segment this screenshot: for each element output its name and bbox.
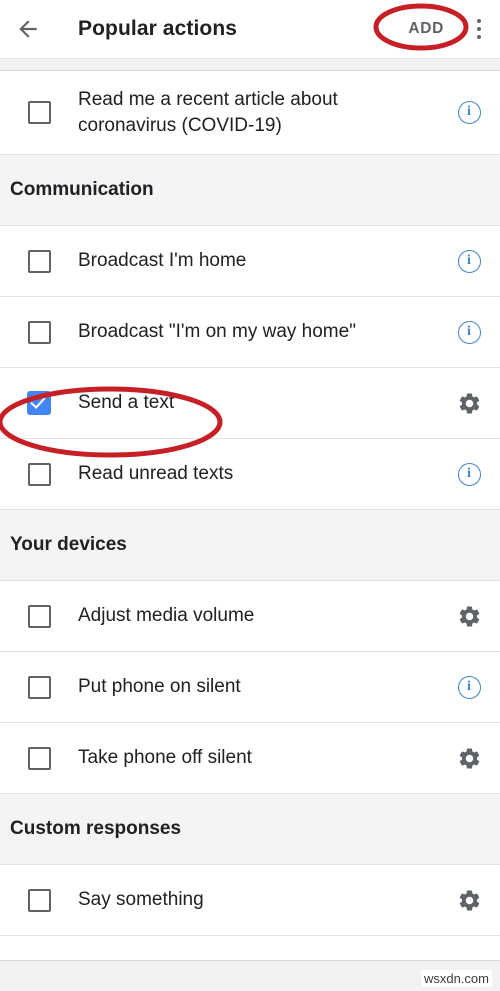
partial-row-strip [0,58,500,71]
dot [477,35,481,39]
action-checkbox[interactable] [0,101,78,124]
back-button[interactable] [0,1,56,57]
list-item[interactable]: Read unread texts i [0,439,500,510]
action-checkbox[interactable] [0,249,78,273]
list-item-label: Read unread texts [78,463,234,484]
info-icon[interactable]: i [438,462,500,486]
checkbox-checked-icon [27,391,51,415]
list-item[interactable]: Adjust media volume [0,581,500,652]
checkbox-unchecked-icon [27,249,51,273]
list-item[interactable]: Say something [0,865,500,936]
dot [477,27,481,31]
more-vert-icon[interactable] [462,1,496,57]
dot [477,19,481,23]
list-item-label: Put phone on silent [78,676,241,697]
action-checkbox[interactable] [0,675,78,699]
checkbox-unchecked-icon [27,604,51,628]
list-item[interactable]: Take phone off silent [0,723,500,794]
app-bar: Popular actions ADD [0,0,500,58]
info-circle-icon: i [457,675,481,699]
section-header: Custom responses [0,794,500,865]
watermark: wsxdn.com [420,970,492,987]
gear-icon[interactable] [438,391,500,416]
action-checkbox[interactable] [0,462,78,486]
list-item[interactable]: Read me a recent article about coronavir… [0,71,500,155]
action-checkbox[interactable] [0,746,78,770]
actions-list: Read me a recent article about coronavir… [0,71,500,936]
info-icon[interactable]: i [438,249,500,273]
info-icon[interactable]: i [438,320,500,344]
list-item[interactable]: Send a text [0,368,500,439]
gear-icon[interactable] [438,746,500,771]
action-checkbox[interactable] [0,888,78,912]
list-item-label: Say something [78,889,204,910]
info-circle-icon: i [457,101,481,124]
list-item-label: Send a text [78,392,175,413]
list-item-label: Adjust media volume [78,605,255,626]
checkbox-unchecked-icon [27,888,51,912]
checkbox-unchecked-icon [27,746,51,770]
list-item[interactable]: Broadcast I'm home i [0,226,500,297]
section-header: Communication [0,155,500,226]
checkbox-unchecked-icon [27,101,51,124]
section-header: Your devices [0,510,500,581]
page-title: Popular actions [78,17,238,40]
list-item-label: Broadcast I'm home [78,250,247,271]
checkbox-unchecked-icon [27,462,51,486]
back-arrow-icon [15,16,41,42]
list-item-label: Broadcast "I'm on my way home" [78,321,356,342]
info-icon[interactable]: i [438,101,500,124]
list-item-label: Take phone off silent [78,747,252,768]
info-circle-icon: i [457,320,481,344]
action-checkbox[interactable] [0,320,78,344]
checkbox-unchecked-icon [27,675,51,699]
action-checkbox[interactable] [0,391,78,415]
info-icon[interactable]: i [438,675,500,699]
checkbox-unchecked-icon [27,320,51,344]
action-checkbox[interactable] [0,604,78,628]
gear-icon[interactable] [438,604,500,629]
add-button[interactable]: ADD [396,12,456,46]
gear-icon[interactable] [438,888,500,913]
list-item-label: Read me a recent article about coronavir… [78,88,338,136]
list-item[interactable]: Put phone on silent i [0,652,500,723]
info-circle-icon: i [457,249,481,273]
info-circle-icon: i [457,462,481,486]
list-item[interactable]: Broadcast "I'm on my way home" i [0,297,500,368]
